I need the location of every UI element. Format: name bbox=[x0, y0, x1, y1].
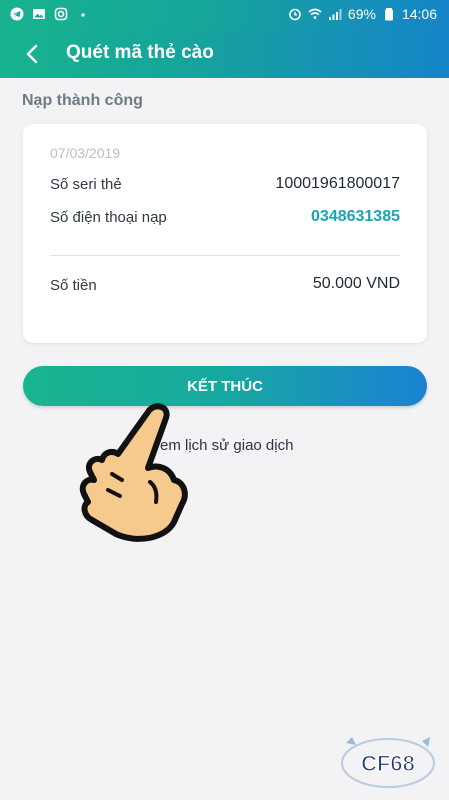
finish-button-label: KẾT THÚC bbox=[187, 377, 263, 395]
back-arrow-icon bbox=[26, 44, 38, 64]
telegram-icon bbox=[10, 7, 24, 21]
watermark-text: CF68 bbox=[361, 751, 415, 776]
card-divider bbox=[50, 255, 400, 256]
status-right-icons: 69% 14:06 bbox=[288, 6, 437, 22]
instagram-icon bbox=[54, 7, 68, 21]
amount-label: Số tiền bbox=[50, 277, 97, 294]
wifi-icon bbox=[308, 8, 322, 19]
back-button[interactable] bbox=[14, 38, 50, 70]
clock: 14:06 bbox=[401, 6, 437, 22]
battery-icon bbox=[384, 8, 393, 21]
alarm-icon bbox=[289, 8, 301, 21]
serial-label: Số seri thẻ bbox=[50, 176, 122, 193]
cf68-watermark-logo: CF68 bbox=[341, 737, 435, 788]
battery-percent: 69% bbox=[347, 6, 376, 22]
dot-icon bbox=[81, 13, 85, 17]
transaction-date: 07/03/2019 bbox=[50, 145, 121, 161]
phone-label: Số điện thoại nạp bbox=[50, 209, 167, 226]
status-left-icons bbox=[10, 7, 90, 21]
success-title: Nạp thành công bbox=[22, 92, 143, 109]
app-bar: Quét mã thẻ cào bbox=[0, 30, 449, 78]
signal-icon bbox=[328, 9, 342, 20]
gallery-icon bbox=[33, 9, 45, 19]
pointing-hand-icon bbox=[79, 403, 188, 542]
amount-value: 50.000 VND bbox=[312, 275, 400, 292]
transaction-card: 07/03/2019 Số seri thẻ 10001961800017 Số… bbox=[23, 124, 427, 343]
serial-value: 10001961800017 bbox=[275, 175, 400, 192]
page-title: Quét mã thẻ cào bbox=[66, 42, 214, 63]
status-bar: 69% 14:06 bbox=[0, 0, 449, 30]
phone-value: 0348631385 bbox=[311, 208, 400, 225]
